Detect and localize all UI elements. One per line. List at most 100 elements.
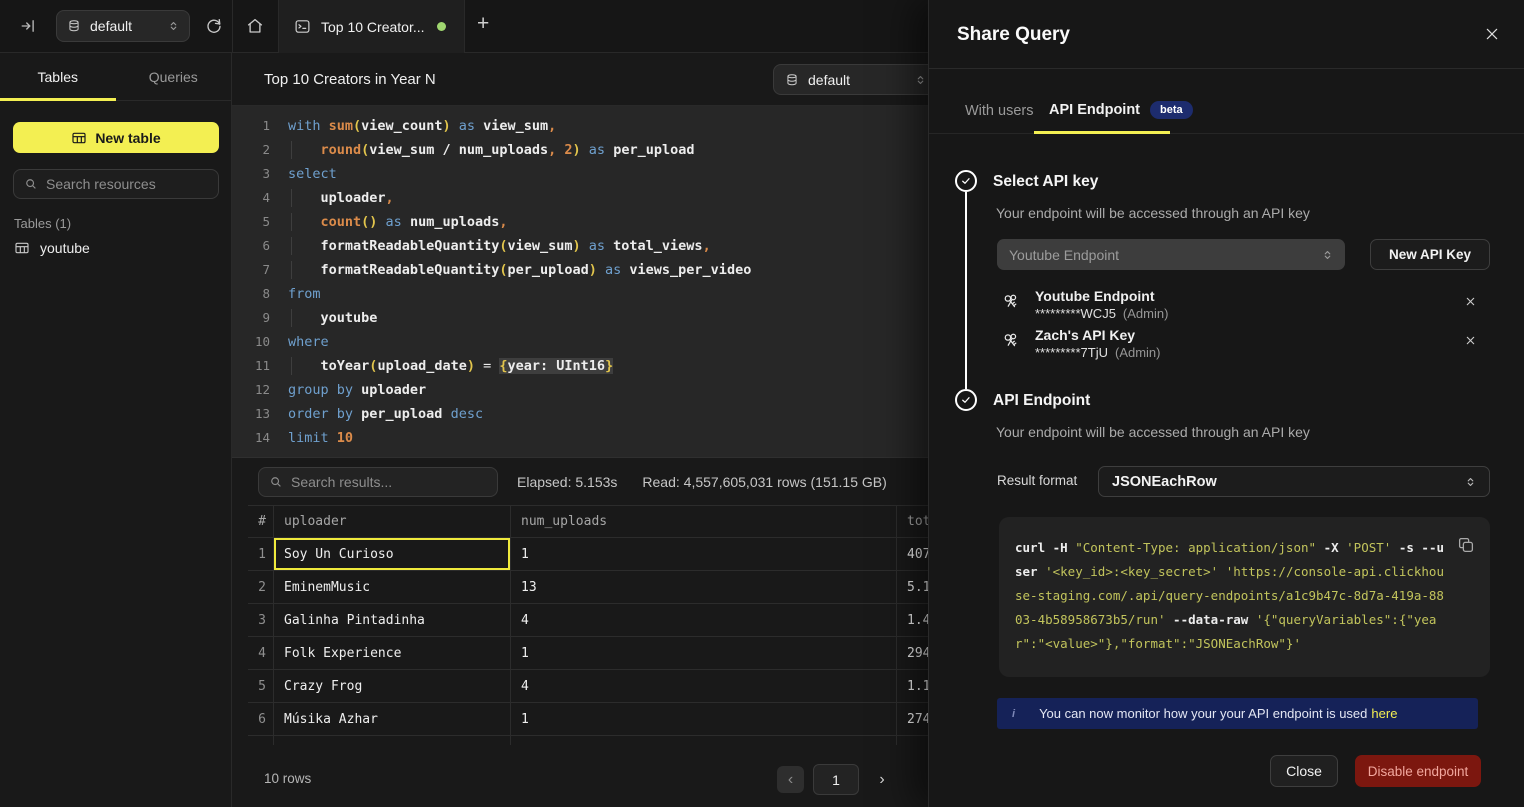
remove-key-icon[interactable] [1465,335,1476,346]
sql-line: 3select [232,162,928,186]
curl-snippet-block: curl -H "Content-Type: application/json"… [999,517,1490,677]
active-tab-underline [1034,131,1170,134]
table-cell[interactable]: 1 [511,637,897,670]
query-database-select[interactable]: default [773,64,928,95]
row-number: 4 [248,637,274,670]
results-footer: 10 rows ‹ 1 › [232,745,928,807]
chevron-updown-icon [168,19,179,33]
results-table: #uploadernum_uploadstot 1Soy Un Curioso1… [248,505,928,745]
sidebar: Tables Queries New table Search resource… [0,53,232,807]
column-header[interactable]: # [248,505,274,538]
search-icon [24,177,38,191]
table-cell[interactable]: 13 [511,571,897,604]
api-key-role: (Admin) [1115,345,1161,360]
select-api-key-heading: Select API key [993,173,1098,191]
close-button[interactable]: Close [1270,755,1338,787]
table-cell[interactable]: Músika Azhar [274,703,511,736]
line-number: 1 [232,114,270,138]
unsaved-changes-dot [437,22,446,31]
sidebar-tab-tables[interactable]: Tables [0,53,116,100]
table-cell[interactable]: 1 [511,538,897,571]
remove-key-icon[interactable] [1465,296,1476,307]
table-cell[interactable]: 407 [897,538,928,571]
chevron-updown-icon [1465,475,1476,489]
tab-with-users[interactable]: With users [965,103,1034,119]
indent-guide [291,261,292,279]
tab-api-endpoint[interactable]: API Endpoint beta [1049,101,1193,119]
collapse-sidebar-icon[interactable] [20,17,38,35]
monitor-info-banner: i You can now monitor how your your API … [997,698,1478,729]
sql-line: 10where [232,330,928,354]
table-cell[interactable]: Soy Un Curioso [274,538,511,571]
terminal-icon [294,18,311,35]
search-results-input[interactable]: Search results... [258,467,498,497]
new-api-key-button[interactable]: New API Key [1370,239,1490,270]
indent-guide [291,357,292,375]
query-tab[interactable]: Top 10 Creator... [278,0,465,53]
line-number: 14 [232,426,270,450]
search-results-placeholder: Search results... [291,474,392,490]
sql-editor[interactable]: 1with sum(view_count) as view_sum,2 roun… [232,106,928,458]
banner-here-link[interactable]: here [1371,706,1397,721]
home-icon[interactable] [246,17,264,35]
line-number: 6 [232,234,270,258]
tab-title: Top 10 Creator... [321,19,425,35]
chevron-updown-icon [915,73,926,87]
table-row: 3Galinha Pintadinha41.4 [248,604,928,637]
new-table-label: New table [95,130,160,146]
table-cell[interactable]: 294 [897,637,928,670]
curl-snippet: curl -H "Content-Type: application/json"… [1015,536,1444,656]
database-icon [785,73,799,87]
table-icon [71,130,87,146]
search-resources-placeholder: Search resources [46,176,156,192]
pagination-prev-icon[interactable]: ‹ [777,766,804,793]
indent-guide [291,213,292,231]
table-cell[interactable]: EminemMusic [274,571,511,604]
database-select[interactable]: default [56,10,190,42]
new-table-button[interactable]: New table [13,122,219,153]
table-cell[interactable]: 1.4 [897,604,928,637]
select-api-key-subtext: Your endpoint will be accessed through a… [996,205,1310,221]
result-format-select[interactable]: JSONEachRow [1098,466,1490,497]
elapsed-stat: Elapsed: 5.153s [517,474,617,490]
table-row: 5Crazy Frog41.1 [248,670,928,703]
indent-guide [291,309,292,327]
table-cell[interactable]: Galinha Pintadinha [274,604,511,637]
pagination-next-icon[interactable]: › [872,766,892,793]
table-cell[interactable]: 1 [511,703,897,736]
search-resources-input[interactable]: Search resources [13,169,219,199]
column-header[interactable]: uploader [274,505,511,538]
database-select-value: default [90,18,132,34]
table-cell[interactable]: Crazy Frog [274,670,511,703]
table-cell[interactable]: 5.1 [897,571,928,604]
sql-line: 14limit 10 [232,426,928,450]
table-cell[interactable]: Folk Experience [274,637,511,670]
column-header[interactable]: num_uploads [511,505,897,538]
api-key-masked: *********WCJ5 [1035,306,1116,321]
new-tab-plus-icon[interactable]: + [477,12,489,36]
topbar-separator [232,0,233,52]
table-cell[interactable]: 4 [511,604,897,637]
refresh-icon[interactable] [205,17,223,35]
api-key-name: Zach's API Key [1035,326,1161,344]
sql-line: 11 toYear(upload_date) = {year: UInt16} [232,354,928,378]
api-key-masked: *********7TjU [1035,345,1108,360]
close-icon[interactable] [1484,26,1500,42]
search-icon [269,475,283,489]
sidebar-item-youtube[interactable]: youtube [14,240,90,256]
sidebar-tab-queries[interactable]: Queries [116,53,232,100]
sql-line: 8from [232,282,928,306]
api-key-select[interactable]: Youtube Endpoint [997,239,1345,270]
copy-icon[interactable] [1457,536,1475,554]
table-row: 2EminemMusic135.1 [248,571,928,604]
row-number: 3 [248,604,274,637]
disable-endpoint-button[interactable]: Disable endpoint [1355,755,1481,787]
query-header: Top 10 Creators in Year N default [232,53,928,106]
table-cell[interactable]: 274 [897,703,928,736]
table-cell[interactable]: 4 [511,670,897,703]
table-cell[interactable]: 1.1 [897,670,928,703]
column-header[interactable]: tot [897,505,928,538]
tables-count-label: Tables (1) [14,216,71,231]
pagination-page[interactable]: 1 [813,764,859,795]
line-number: 12 [232,378,270,402]
